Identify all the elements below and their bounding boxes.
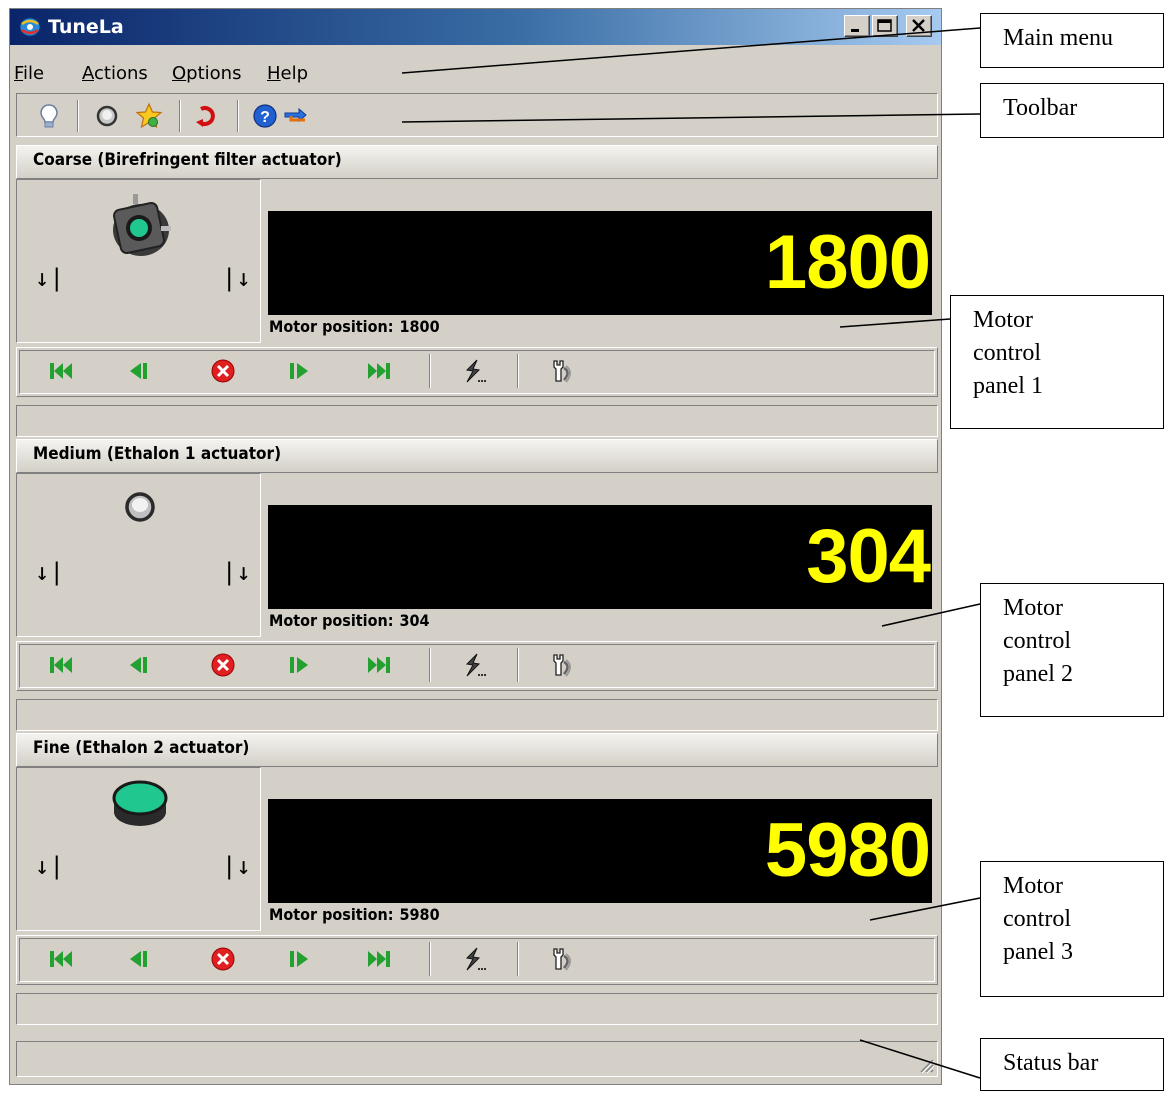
- panel3-leader: [869, 897, 981, 921]
- callout-panel-3: Motor control panel 3: [980, 861, 1164, 997]
- callout-panel-1: Motor control panel 1: [950, 295, 1164, 429]
- callout-panel-2: Motor control panel 2: [980, 583, 1164, 717]
- panel1-leader: [839, 318, 951, 328]
- toolbar-leader: [401, 113, 981, 123]
- callout-main-menu: Main menu: [980, 13, 1164, 68]
- callout-toolbar: Toolbar: [980, 83, 1164, 138]
- callout-status-bar: Status bar: [980, 1038, 1164, 1091]
- panel2-leader: [881, 603, 981, 627]
- main-menu-leader: [401, 27, 981, 74]
- status-bar-leader: [859, 1039, 981, 1079]
